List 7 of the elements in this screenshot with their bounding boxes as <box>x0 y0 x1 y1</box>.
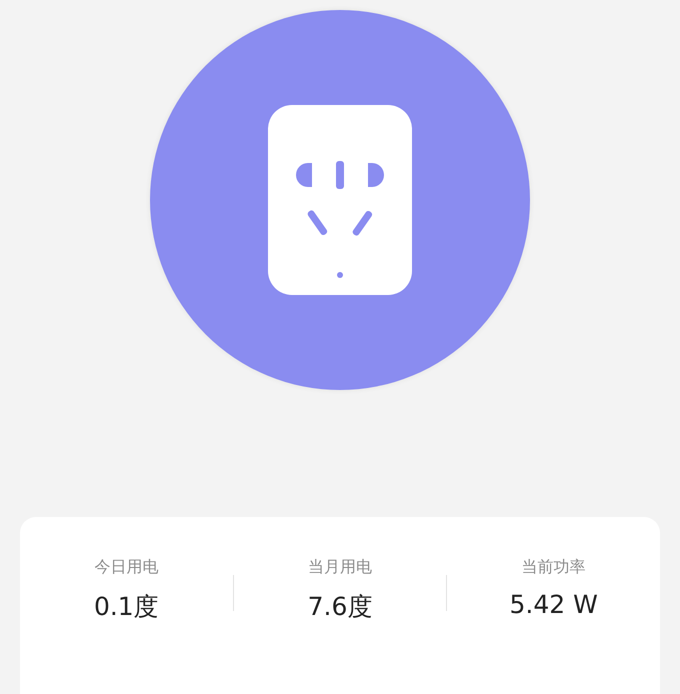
stat-value: 0.1度 <box>94 591 159 624</box>
stat-label: 今日用电 <box>94 557 158 578</box>
stat-label: 当前功率 <box>522 557 586 578</box>
stat-value: 7.6度 <box>308 591 372 624</box>
socket-icon <box>268 105 412 295</box>
stat-label: 当月用电 <box>308 557 372 578</box>
stat-value: 5.42 W <box>510 590 598 620</box>
